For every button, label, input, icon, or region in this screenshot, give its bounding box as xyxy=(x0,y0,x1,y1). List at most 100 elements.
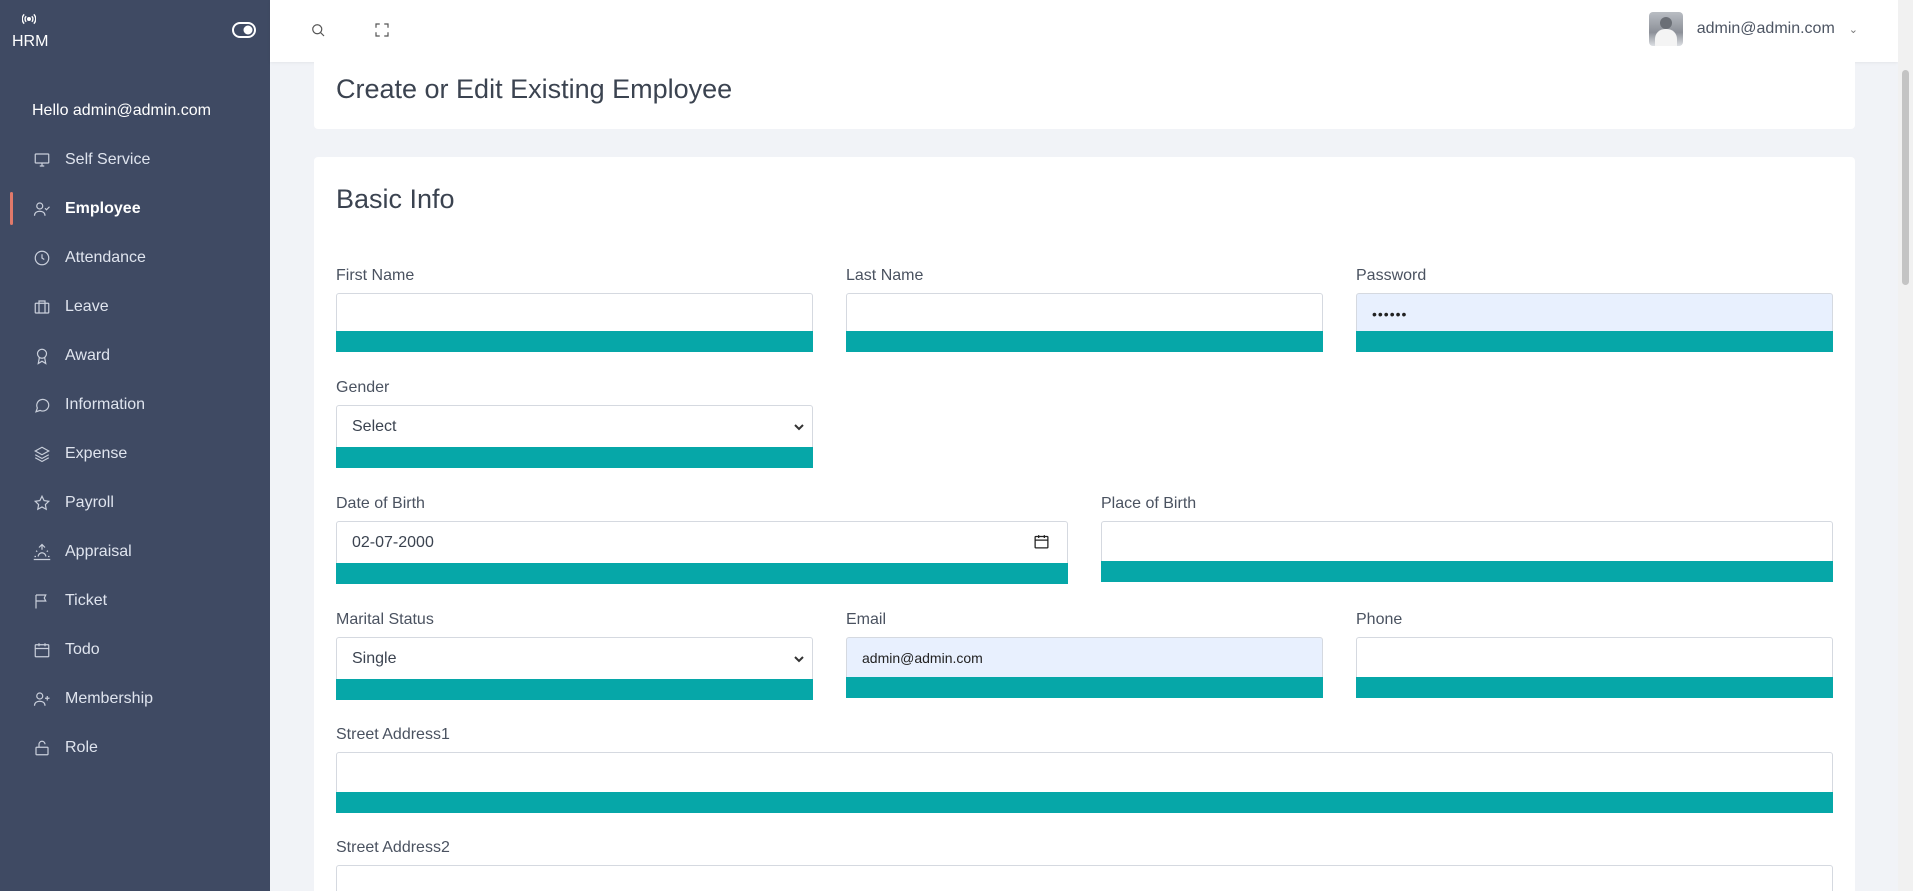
unlock-icon xyxy=(32,738,52,758)
email-field: Email admin@admin.com xyxy=(846,611,1323,698)
phone-input[interactable] xyxy=(1356,637,1833,679)
sidebar-item-role[interactable]: Role xyxy=(0,723,270,772)
sidebar-item-label: Expense xyxy=(65,444,128,462)
input-accent-bar xyxy=(336,447,813,468)
email-input[interactable]: admin@admin.com xyxy=(846,637,1323,679)
basic-info-card: Basic Info First Name Last Name Password… xyxy=(314,157,1855,891)
chevron-down-icon xyxy=(793,652,805,664)
scrollbar[interactable] xyxy=(1898,0,1913,891)
user-menu[interactable]: admin@admin.com ⌄ xyxy=(1648,11,1858,47)
award-icon xyxy=(32,346,52,366)
sunrise-icon xyxy=(32,542,52,562)
input-accent-bar xyxy=(336,792,1833,813)
date-of-birth-input[interactable]: 02-07-2000 xyxy=(336,521,1068,565)
sidebar-item-attendance[interactable]: Attendance xyxy=(0,233,270,282)
sidebar-item-label: Todo xyxy=(65,640,100,658)
password-label: Password xyxy=(1356,267,1427,284)
street-address2-field: Street Address2 xyxy=(336,839,1833,891)
layers-icon xyxy=(32,444,52,464)
last-name-input[interactable] xyxy=(846,293,1323,334)
chevron-down-icon xyxy=(793,420,805,432)
sidebar-item-expense[interactable]: Expense xyxy=(0,429,270,478)
page-title: Create or Edit Existing Employee xyxy=(336,74,733,104)
broadcast-icon xyxy=(21,12,37,25)
user-email: admin@admin.com xyxy=(1696,20,1835,37)
last-name-label: Last Name xyxy=(846,267,924,284)
place-of-birth-input[interactable] xyxy=(1101,521,1833,563)
email-label: Email xyxy=(846,611,887,628)
street-address1-input[interactable] xyxy=(336,752,1833,794)
sidebar-item-label: Role xyxy=(65,738,98,756)
sidebar-item-label: Employee xyxy=(65,199,141,217)
sidebar-nav: Self Service Employee Attendance Leave A… xyxy=(0,135,270,772)
marital-status-label: Marital Status xyxy=(336,611,434,628)
marital-status-select[interactable]: Single xyxy=(336,637,813,681)
gender-label: Gender xyxy=(336,379,390,396)
topbar: admin@admin.com ⌄ xyxy=(270,0,1898,62)
scrollbar-thumb[interactable] xyxy=(1902,70,1909,285)
input-accent-bar xyxy=(1101,561,1833,582)
sidebar-item-ticket[interactable]: Ticket xyxy=(0,576,270,625)
input-accent-bar xyxy=(1356,677,1833,698)
sidebar-item-label: Award xyxy=(65,346,111,364)
sidebar-item-label: Leave xyxy=(65,297,109,315)
place-of-birth-field: Place of Birth xyxy=(1101,495,1833,582)
marital-status-field: Marital Status Single xyxy=(336,611,813,700)
sidebar-item-leave[interactable]: Leave xyxy=(0,282,270,331)
input-accent-bar xyxy=(846,331,1323,352)
sidebar-item-membership[interactable]: Membership xyxy=(0,674,270,723)
sidebar-item-label: Ticket xyxy=(65,591,108,609)
sidebar-item-label: Membership xyxy=(65,689,154,707)
user-plus-icon xyxy=(32,689,52,709)
brand: HRM xyxy=(0,0,270,62)
briefcase-icon xyxy=(32,297,52,317)
greeting: Hello admin@admin.com xyxy=(32,102,211,119)
user-check-icon xyxy=(32,199,52,219)
date-of-birth-field: Date of Birth 02-07-2000 xyxy=(336,495,1068,584)
password-input[interactable]: •••••• xyxy=(1356,293,1833,334)
flag-icon xyxy=(32,591,52,611)
message-circle-icon xyxy=(32,395,52,415)
sidebar-item-information[interactable]: Information xyxy=(0,380,270,429)
sidebar-item-label: Attendance xyxy=(65,248,146,266)
first-name-label: First Name xyxy=(336,267,415,284)
input-accent-bar xyxy=(846,677,1323,698)
clock-icon xyxy=(32,248,52,268)
chevron-down-icon: ⌄ xyxy=(1848,23,1858,36)
calendar-icon[interactable] xyxy=(1033,533,1050,550)
sidebar-item-label: Payroll xyxy=(65,493,114,511)
sidebar: HRM Hello admin@admin.com Self Service E… xyxy=(0,0,270,891)
phone-label: Phone xyxy=(1356,611,1403,628)
input-accent-bar xyxy=(336,679,813,700)
fullscreen-icon[interactable] xyxy=(373,21,391,39)
section-title: Basic Info xyxy=(336,184,455,214)
brand-name: HRM xyxy=(12,33,49,50)
input-accent-bar xyxy=(336,331,813,352)
avatar xyxy=(1648,12,1683,46)
sidebar-item-label: Self Service xyxy=(65,150,151,168)
input-accent-bar xyxy=(336,563,1068,584)
sidebar-item-self-service[interactable]: Self Service xyxy=(0,135,270,184)
sidebar-item-award[interactable]: Award xyxy=(0,331,270,380)
gender-field: Gender Select xyxy=(336,379,813,468)
sidebar-toggle-icon[interactable] xyxy=(232,22,256,38)
street-address1-field: Street Address1 xyxy=(336,726,1833,813)
sidebar-item-employee[interactable]: Employee xyxy=(0,184,270,233)
place-of-birth-label: Place of Birth xyxy=(1101,495,1197,512)
input-accent-bar xyxy=(1356,331,1833,352)
sidebar-item-todo[interactable]: Todo xyxy=(0,625,270,674)
date-of-birth-label: Date of Birth xyxy=(336,495,425,512)
last-name-field: Last Name xyxy=(846,267,1323,353)
page-header-card: Create or Edit Existing Employee xyxy=(314,62,1855,129)
sidebar-item-appraisal[interactable]: Appraisal xyxy=(0,527,270,576)
password-field: Password •••••• xyxy=(1356,267,1833,353)
gender-select[interactable]: Select xyxy=(336,405,813,449)
sidebar-item-payroll[interactable]: Payroll xyxy=(0,478,270,527)
star-icon xyxy=(32,493,52,513)
sidebar-item-label: Information xyxy=(65,395,146,413)
first-name-input[interactable] xyxy=(336,293,813,334)
search-icon[interactable] xyxy=(309,21,327,39)
phone-field: Phone xyxy=(1356,611,1833,698)
street-address2-input[interactable] xyxy=(336,865,1833,891)
street-address2-label: Street Address2 xyxy=(336,839,450,856)
